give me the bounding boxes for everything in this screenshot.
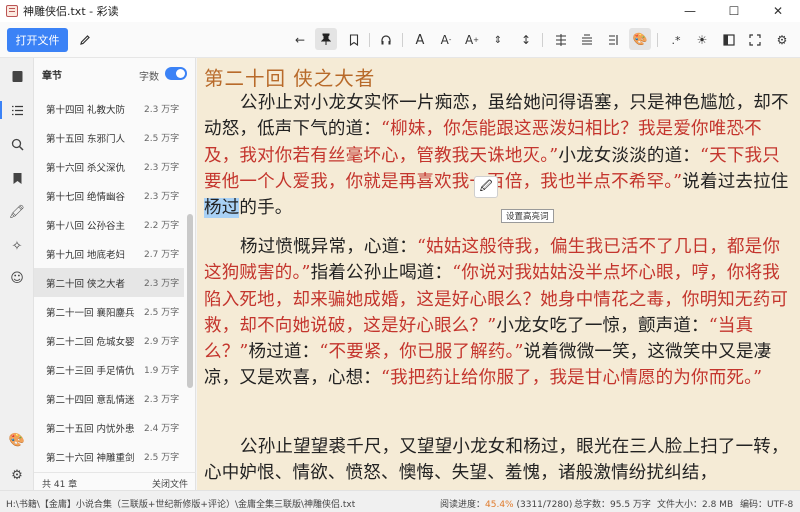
word-count-label: 字数	[139, 72, 159, 83]
chapter-word-count: 2.5 万字	[144, 134, 180, 144]
emoji-icon[interactable]: ☺	[0, 266, 34, 290]
file-size: 文件大小：2.8 MB	[657, 500, 734, 510]
chapter-word-count: 2.9 万字	[144, 337, 180, 347]
regex-icon[interactable]: .*	[665, 22, 687, 58]
chapter-word-count: 2.5 万字	[144, 308, 180, 318]
bookshelf-icon[interactable]	[0, 64, 34, 88]
chapter-name: 第十八回 公孙谷主	[46, 220, 126, 232]
chapter-name: 第二十五回 内忧外患	[46, 423, 135, 435]
chapter-word-count: 2.3 万字	[144, 192, 180, 202]
chapter-item[interactable]: 第二十回 侠之大者 2.3 万字	[34, 268, 184, 297]
total-words: 总字数：95.5 万字	[574, 500, 651, 510]
settings-icon[interactable]: ⚙	[771, 22, 793, 58]
chapter-item[interactable]: 第二十五回 内忧外患 2.4 万字	[34, 413, 184, 442]
chapter-name: 第十九回 地底老妇	[46, 249, 126, 261]
chapter-item[interactable]: 第十四回 礼教大防 2.3 万字	[34, 94, 184, 123]
chapter-panel: 章节 字数 第十四回 礼教大防 2.3 万字 第十五回 东邪门人 2.5 万字 第十六回…	[34, 58, 196, 490]
chapter-name: 第二十六回 神雕重剑	[46, 452, 135, 464]
palette-icon[interactable]: 🎨	[629, 28, 651, 50]
justify-icon[interactable]	[576, 22, 598, 58]
highlight-pen-icon[interactable]: 🖉	[474, 176, 498, 198]
arrow-left-icon[interactable]: ←	[289, 22, 311, 58]
chapter-item[interactable]: 第十八回 公孙谷主 2.2 万字	[34, 210, 184, 239]
scroll-mode-icon[interactable]	[603, 22, 625, 58]
chapter-item[interactable]: 第二十四回 意乱情迷 2.3 万字	[34, 384, 184, 413]
search-icon[interactable]	[0, 132, 34, 156]
chapter-scrollbar[interactable]	[187, 214, 193, 388]
bookmark-icon[interactable]	[0, 166, 34, 190]
headphones-icon[interactable]	[375, 22, 397, 58]
font-decrease-icon[interactable]: A-	[435, 22, 457, 58]
chapter-name: 第二十二回 危城女婴	[46, 336, 135, 348]
chapter-name: 第二十一回 襄阳鏖兵	[46, 307, 135, 319]
chapter-name: 第十七回 绝情幽谷	[46, 191, 126, 203]
settings-icon[interactable]: ⚙	[0, 463, 34, 487]
brightness-icon[interactable]: ☀	[691, 22, 713, 58]
chapter-word-count: 2.5 万字	[144, 453, 180, 463]
chapter-item[interactable]: 第十九回 地底老妇 2.7 万字	[34, 239, 184, 268]
chapter-title: 第二十回 侠之大者	[204, 67, 376, 90]
ai-icon[interactable]: ✧	[0, 234, 34, 258]
chapter-word-count: 2.3 万字	[144, 105, 180, 115]
encoding: 编码：UTF-8	[740, 500, 794, 510]
reader-pane[interactable]: 第二十回 侠之大者 公孙止对小龙女实怀一片痴恋，虽给她问得语塞，只是神色尴尬，却…	[197, 58, 800, 490]
chapter-name: 第二十三回 手足情仇	[46, 365, 135, 377]
title-bar: 神雕侠侣.txt - 彩读 — ☐ ✕	[0, 0, 800, 22]
chapter-word-count: 2.3 万字	[144, 163, 180, 173]
chapter-word-count: 2.7 万字	[144, 250, 180, 260]
fullscreen-icon[interactable]	[744, 22, 766, 58]
status-bar: H:\书籍\【金庸】小说合集（三联版+世纪新修版+评论）\金庸全集三联版\神雕侠…	[0, 490, 800, 512]
chapter-word-count: 2.3 万字	[144, 395, 180, 405]
paragraph: 杨过愤慨异常，心道：“姑姑这般待我，偏生我已活不了几日，都是你这狗贼害的。”指着…	[204, 237, 789, 389]
list-icon[interactable]	[0, 98, 34, 122]
paragraph: 公孙止望望裘千尺，又望望小龙女和杨过，眼光在三人脸上扫了一转，心中妒恨、情欲、愤…	[204, 437, 789, 484]
pin-icon[interactable]	[315, 28, 337, 50]
app-icon	[6, 5, 18, 17]
line-spacing-icon[interactable]: ⇕	[487, 22, 509, 58]
chapter-name: 第十四回 礼教大防	[46, 104, 126, 116]
highlighted-word[interactable]: 杨过	[204, 198, 240, 219]
chapter-total: 共 41 章	[42, 480, 78, 490]
chapter-item[interactable]: 第十五回 东邪门人 2.5 万字	[34, 123, 184, 152]
chapter-name: 第十六回 杀父深仇	[46, 162, 126, 174]
activity-bar: 🖍 ✧ ☺ 🎨 ⚙	[0, 58, 34, 490]
theme-icon[interactable]: 🎨	[0, 428, 34, 452]
close-button[interactable]: ✕	[756, 0, 800, 22]
close-file-button[interactable]: 关闭文件	[152, 477, 188, 490]
chapter-item[interactable]: 第二十二回 危城女婴 2.9 万字	[34, 326, 184, 355]
paragraph-spacing-icon[interactable]: ↕	[515, 22, 537, 58]
chapter-item[interactable]: 第二十三回 手足情仇 1.9 万字	[34, 355, 184, 384]
edit-icon[interactable]	[74, 22, 96, 58]
chapter-word-count: 2.2 万字	[144, 221, 180, 231]
file-path: H:\书籍\【金庸】小说合集（三联版+世纪新修版+评论）\金庸全集三联版\神雕侠…	[6, 500, 356, 510]
chapter-name: 第二十四回 意乱情迷	[46, 394, 135, 406]
chapter-item[interactable]: 第十六回 杀父深仇 2.3 万字	[34, 152, 184, 181]
bookmark-icon[interactable]	[343, 22, 365, 58]
chapter-word-count: 2.3 万字	[144, 279, 180, 289]
chapter-header: 章节	[42, 70, 62, 82]
paragraph: 公孙止对小龙女实怀一片痴恋，虽给她问得语塞，只是神色尴尬，却不动怒，低声下气的道…	[204, 93, 789, 219]
font-icon[interactable]: A	[409, 22, 431, 58]
chapter-name: 第二十回 侠之大者	[46, 278, 126, 290]
maximize-button[interactable]: ☐	[712, 0, 756, 22]
chapter-list: 第十四回 礼教大防 2.3 万字 第十五回 东邪门人 2.5 万字 第十六回 杀父深仇 2…	[34, 94, 184, 471]
align-icon[interactable]	[550, 22, 572, 58]
chapter-word-count: 1.9 万字	[144, 366, 180, 376]
chapter-word-count: 2.4 万字	[144, 424, 180, 434]
font-increase-icon[interactable]: A +	[461, 22, 483, 58]
chapter-item[interactable]: 第十七回 绝情幽谷 2.3 万字	[34, 181, 184, 210]
reading-progress: 阅读进度：45.4% (3311/7280)	[440, 500, 573, 510]
sidebar-icon[interactable]	[718, 22, 740, 58]
minimize-button[interactable]: —	[668, 0, 712, 22]
word-count-toggle[interactable]	[165, 67, 187, 80]
tooltip: 设置高亮词	[501, 209, 554, 223]
highlight-icon[interactable]: 🖍	[0, 200, 34, 224]
window-title: 神雕侠侣.txt - 彩读	[23, 5, 119, 18]
chapter-item[interactable]: 第二十一回 襄阳鏖兵 2.5 万字	[34, 297, 184, 326]
chapter-name: 第十五回 东邪门人	[46, 133, 126, 145]
chapter-item[interactable]: 第二十六回 神雕重剑 2.5 万字	[34, 442, 184, 471]
open-file-button[interactable]: 打开文件	[7, 27, 68, 52]
